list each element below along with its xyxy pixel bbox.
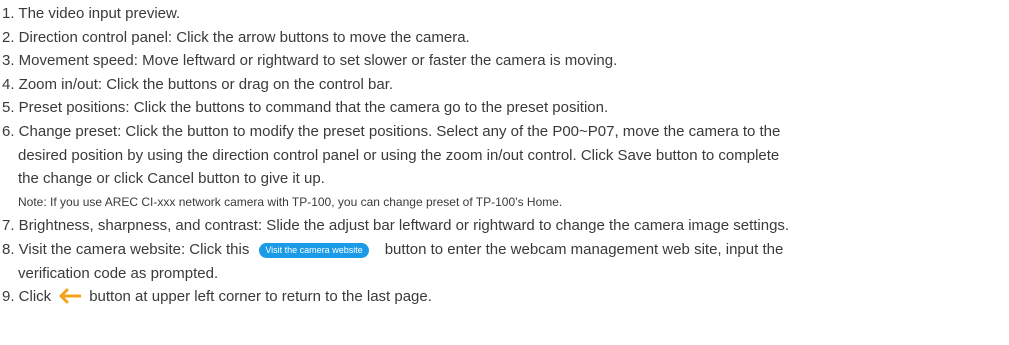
list-item-2: 2. Direction control panel: Click the ar… [2, 28, 470, 46]
list-item-1: 1. The video input preview. [2, 5, 181, 22]
list-item-6-note: Note: If you use AREC CI-xxx network cam… [18, 194, 563, 209]
back-arrow-icon [59, 288, 82, 312]
list-item-9-text-after: button at upper left corner to return to… [89, 288, 432, 306]
list-item-4: 4. Zoom in/out: Click the buttons or dra… [2, 75, 394, 93]
list-item-6-line-2: desired position by using the direction … [18, 146, 780, 164]
list-item-6-line-3: the change or click Cancel button to giv… [18, 170, 325, 188]
list-item-7: 7. Brightness, sharpness, and contrast: … [2, 217, 790, 235]
list-item-9: 9. Click button at upper left corner to r… [2, 285, 1009, 312]
list-item-8-line-2: verification code as prompted. [18, 264, 219, 282]
list-item-9-text-before: 9. Click [2, 288, 52, 306]
list-item-8-line-1: 8. Visit the camera website: Click this V… [2, 238, 1009, 262]
instruction-list: 1. The video input preview. 2. Direction… [0, 0, 1009, 312]
list-item-6-line-1: 6. Change preset: Click the button to mo… [2, 122, 781, 140]
list-item-8-text-before: 8. Visit the camera website: Click this [2, 240, 250, 258]
list-item-5: 5. Preset positions: Click the buttons t… [2, 99, 609, 117]
list-item-8-text-after: button to enter the webcam management we… [384, 240, 784, 258]
list-item-3: 3. Movement speed: Move leftward or righ… [2, 52, 618, 70]
visit-camera-website-button: Visit the camera website [259, 242, 369, 258]
